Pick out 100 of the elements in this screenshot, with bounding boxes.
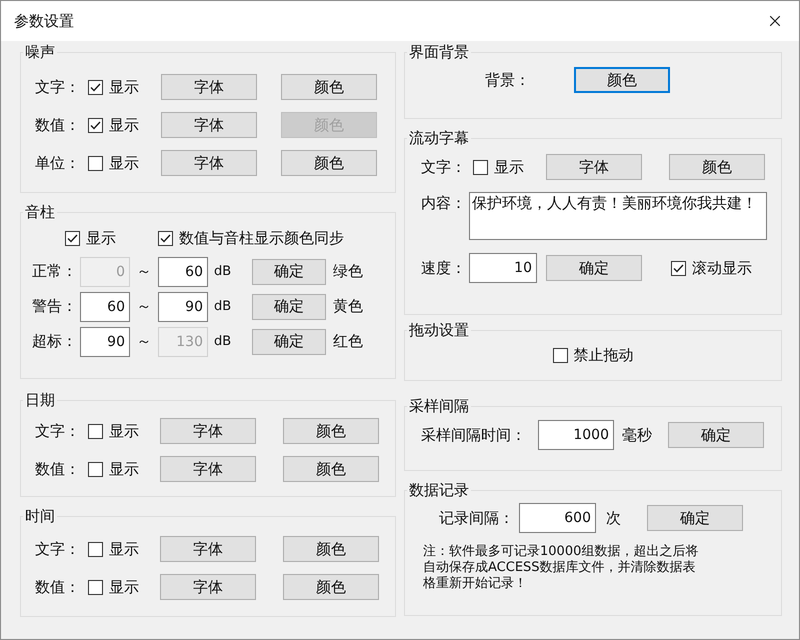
- color-button[interactable]: 颜色: [574, 67, 670, 93]
- row-label: 文字：: [35, 78, 81, 96]
- confirm-button[interactable]: 确定: [546, 255, 642, 281]
- row-label: 文字：: [421, 158, 467, 176]
- low-field[interactable]: 60: [80, 292, 130, 322]
- row-label: 背景：: [485, 70, 531, 90]
- font-button[interactable]: 字体: [161, 74, 257, 100]
- checkbox[interactable]: 显示: [65, 228, 158, 248]
- high-field[interactable]: 60: [158, 256, 208, 286]
- checkbox-box[interactable]: [473, 160, 488, 174]
- checkbox-box[interactable]: [671, 260, 686, 276]
- range-label: 超标：: [32, 332, 78, 351]
- checkbox[interactable]: 滚动显示: [671, 258, 752, 278]
- group-title: 噪声: [24, 43, 56, 62]
- checkbox-label: 显示: [86, 228, 116, 248]
- color-button[interactable]: 颜色: [283, 574, 379, 600]
- check-icon: [90, 82, 101, 92]
- checkbox-label: 显示: [109, 154, 139, 172]
- row-label: 数值：: [35, 578, 81, 596]
- window-title: 参数设置: [14, 12, 74, 30]
- checkbox-label: 显示: [109, 422, 139, 440]
- row-label: 单位：: [35, 154, 81, 172]
- record-field[interactable]: 600: [519, 503, 596, 533]
- row-label: 文字：: [35, 540, 81, 558]
- font-button[interactable]: 字体: [160, 536, 256, 562]
- range-label: 警告：: [32, 297, 78, 316]
- range-separator: ～: [136, 262, 152, 281]
- checkbox-label: 显示: [109, 460, 139, 478]
- color-name: 红色: [333, 332, 363, 351]
- group-title: 数据记录: [408, 481, 470, 500]
- group-title: 时间: [24, 507, 56, 526]
- checkbox[interactable]: 禁止拖动: [552, 346, 634, 364]
- checkbox-box[interactable]: [158, 230, 173, 246]
- checkbox[interactable]: 显示: [88, 116, 161, 134]
- high-field[interactable]: 90: [158, 292, 208, 322]
- row-label: 记录间隔：: [439, 508, 515, 528]
- checkbox[interactable]: 显示: [88, 154, 161, 172]
- checkbox-box[interactable]: [88, 580, 103, 594]
- unit-label: 毫秒: [622, 426, 653, 444]
- group-title: 拖动设置: [408, 321, 470, 340]
- color-button[interactable]: 颜色: [283, 456, 379, 482]
- checkbox-label: 禁止拖动: [574, 346, 634, 364]
- color-button[interactable]: 颜色: [669, 154, 765, 180]
- content-field[interactable]: 保护环境，人人有责！美丽环境你我共建！: [469, 192, 767, 240]
- group-title: 界面背景: [408, 43, 470, 62]
- interval-field[interactable]: 1000: [538, 420, 614, 450]
- font-button[interactable]: 字体: [546, 154, 642, 180]
- checkbox-box[interactable]: [88, 80, 103, 94]
- color-button[interactable]: 颜色: [283, 418, 379, 444]
- confirm-button[interactable]: 确定: [252, 294, 326, 320]
- confirm-button[interactable]: 确定: [647, 505, 743, 531]
- font-button[interactable]: 字体: [160, 456, 256, 482]
- note-text: 注：软件最多可记录10000组数据，超出之后将自动保存成ACCESS数据库文件，并清除数据表格重新开始记录！: [423, 544, 700, 592]
- font-button[interactable]: 字体: [161, 112, 257, 138]
- row-label: 速度：: [421, 258, 467, 278]
- checkbox-label: 显示: [109, 540, 139, 558]
- checkbox-box[interactable]: [88, 462, 103, 476]
- checkbox[interactable]: 显示: [473, 158, 546, 176]
- color-button[interactable]: 颜色: [281, 74, 377, 100]
- unit-label: 次: [606, 508, 622, 528]
- range-label: 正常：: [32, 262, 78, 281]
- font-button[interactable]: 字体: [161, 150, 257, 176]
- confirm-button[interactable]: 确定: [252, 328, 326, 354]
- group-title: 音柱: [24, 203, 56, 222]
- check-icon: [90, 120, 101, 130]
- speed-field[interactable]: 10: [469, 253, 537, 283]
- checkbox[interactable]: 显示: [88, 578, 160, 596]
- confirm-button[interactable]: 确定: [252, 258, 326, 284]
- checkbox[interactable]: 显示: [88, 422, 160, 440]
- check-icon: [160, 234, 171, 242]
- row-label: 采样间隔时间：: [421, 426, 527, 444]
- checkbox-label: 显示: [109, 78, 139, 96]
- checkbox-box[interactable]: [552, 348, 568, 362]
- font-button[interactable]: 字体: [160, 418, 256, 444]
- checkbox[interactable]: 显示: [88, 78, 161, 96]
- unit-label: dB: [214, 264, 232, 279]
- checkbox-box[interactable]: [88, 118, 103, 132]
- checkbox-box[interactable]: [88, 156, 103, 170]
- font-button[interactable]: 字体: [160, 574, 256, 600]
- check-icon: [673, 264, 684, 272]
- checkbox-label: 显示: [109, 116, 139, 134]
- check-icon: [67, 234, 78, 242]
- color-button[interactable]: 颜色: [283, 536, 379, 562]
- color-name: 黄色: [333, 297, 363, 316]
- confirm-button[interactable]: 确定: [668, 422, 764, 448]
- checkbox[interactable]: 显示: [88, 460, 160, 478]
- color-button[interactable]: 颜色: [281, 150, 377, 176]
- unit-label: dB: [214, 334, 232, 349]
- checkbox-label: 显示: [109, 578, 139, 596]
- checkbox-box[interactable]: [65, 230, 80, 246]
- range-separator: ～: [136, 332, 152, 351]
- checkbox[interactable]: 显示: [88, 540, 160, 558]
- checkbox-label: 滚动显示: [692, 258, 752, 278]
- group-title: 日期: [24, 391, 56, 410]
- checkbox-box[interactable]: [88, 424, 103, 438]
- row-label: 数值：: [35, 116, 81, 134]
- checkbox-box[interactable]: [88, 542, 103, 556]
- checkbox-label: 显示: [494, 158, 524, 176]
- color-name: 绿色: [333, 262, 363, 281]
- low-field[interactable]: 90: [80, 326, 130, 356]
